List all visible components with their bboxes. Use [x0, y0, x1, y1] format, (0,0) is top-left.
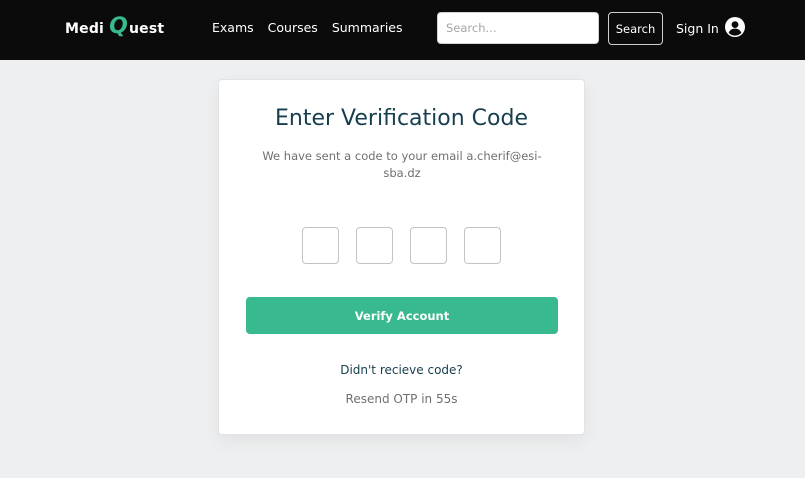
otp-digit-4[interactable] [464, 227, 501, 264]
sign-in-button[interactable]: Sign In [676, 17, 745, 40]
otp-digit-2[interactable] [356, 227, 393, 264]
nav-link-courses[interactable]: Courses [268, 20, 318, 35]
verification-subtitle: We have sent a code to your email a.cher… [262, 149, 542, 180]
otp-digit-1[interactable] [302, 227, 339, 264]
page-title: Enter Verification Code [275, 106, 528, 131]
verify-account-button[interactable]: Verify Account [246, 297, 558, 334]
brand-name-q: Q [109, 14, 128, 39]
main-nav: Exams Courses Summaries [212, 20, 403, 35]
nav-link-summaries[interactable]: Summaries [332, 20, 403, 35]
brand-name-part2: uest [128, 21, 165, 37]
brand-name-part1: Medi [65, 21, 105, 37]
search-input[interactable] [437, 12, 599, 44]
otp-input-group [302, 227, 501, 264]
user-circle-icon [724, 17, 745, 40]
top-navbar: Medi Q uest Exams Courses Summaries Sear… [0, 0, 805, 60]
nav-link-exams[interactable]: Exams [212, 20, 254, 35]
search-button[interactable]: Search [608, 12, 663, 45]
verification-card: Enter Verification Code We have sent a c… [218, 79, 585, 435]
brand-logo[interactable]: Medi Q uest [65, 14, 164, 44]
resend-timer: Resend OTP in 55s [345, 392, 458, 406]
resend-code-link[interactable]: Didn't recieve code? [219, 363, 584, 377]
sign-in-label: Sign In [676, 21, 719, 36]
otp-digit-3[interactable] [410, 227, 447, 264]
